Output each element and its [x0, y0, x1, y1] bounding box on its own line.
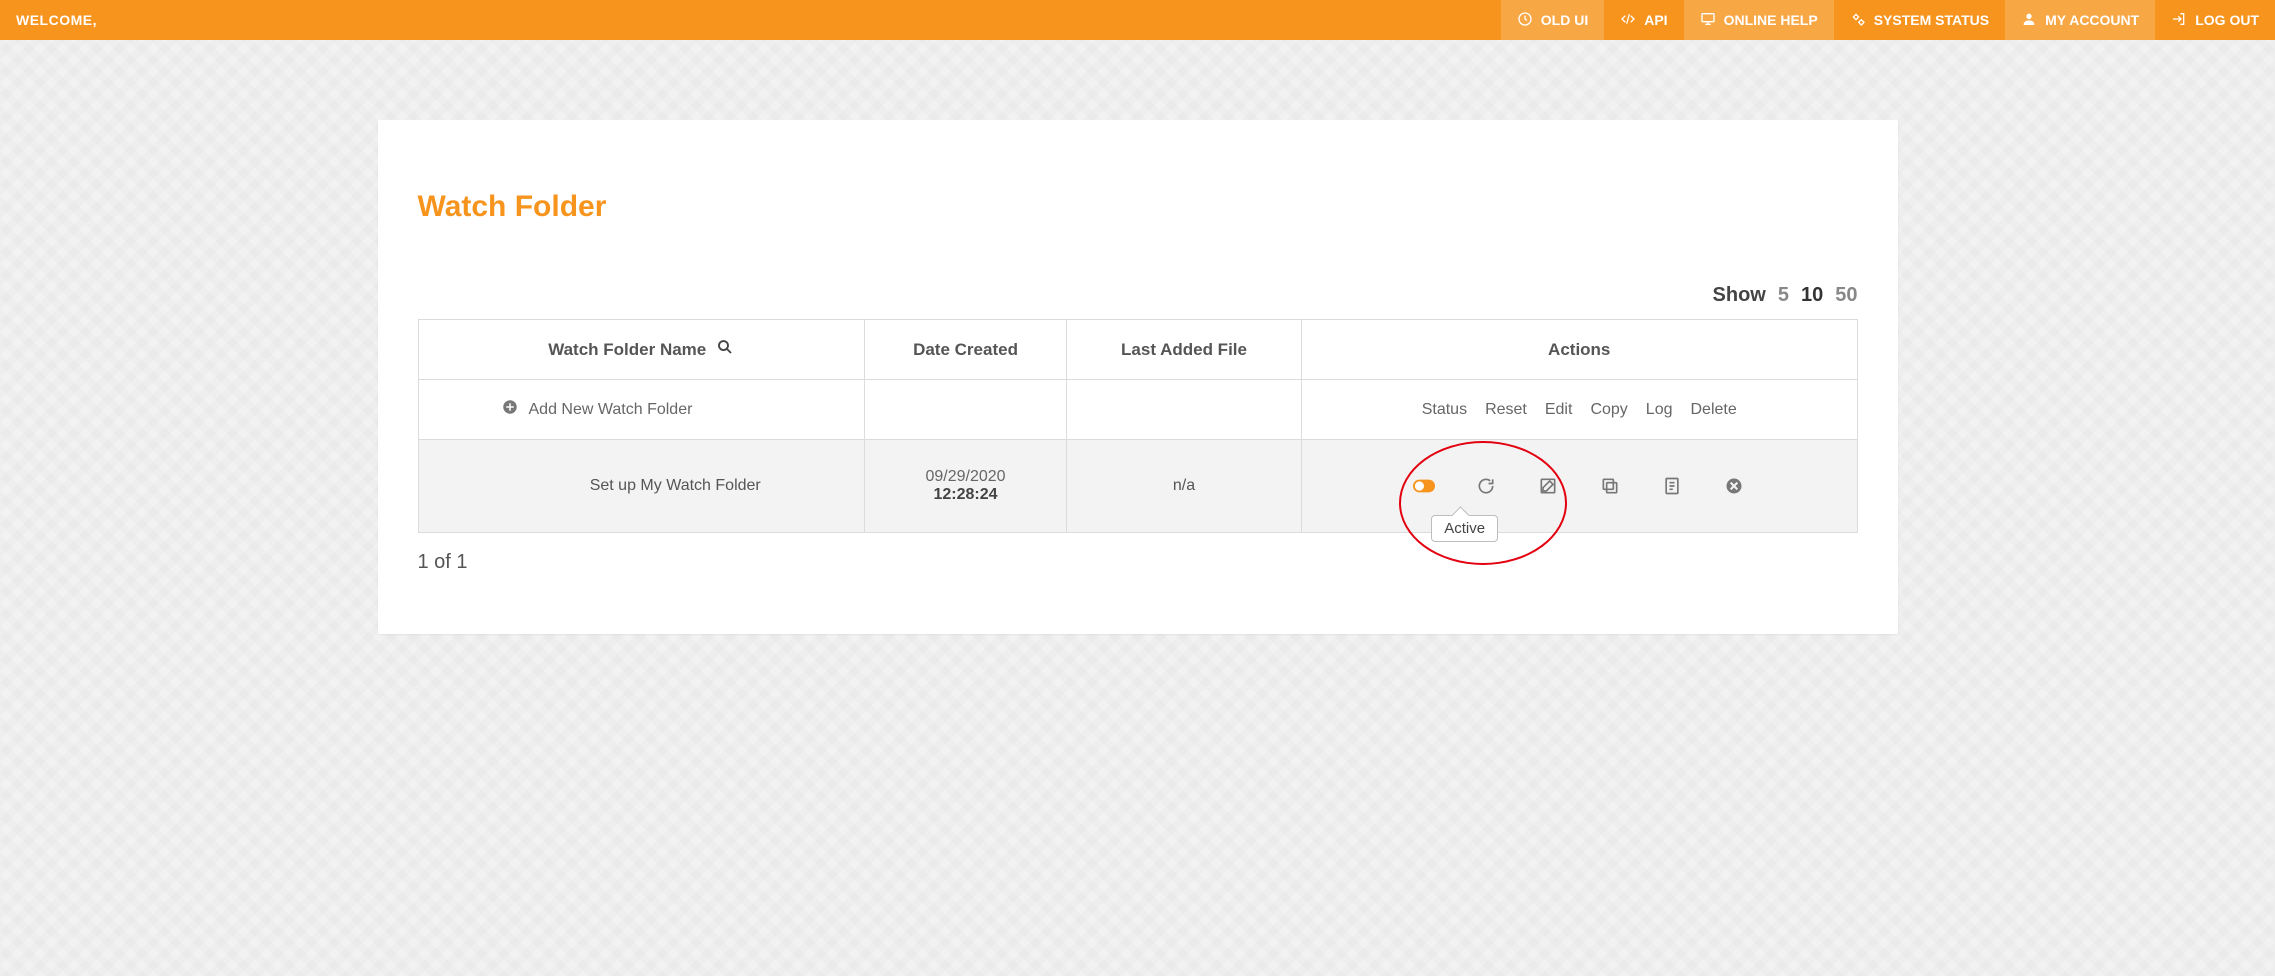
- clock-icon: [1517, 11, 1533, 30]
- hdr-status: Status: [1422, 401, 1467, 419]
- col-name: Watch Folder Name: [418, 320, 864, 380]
- hdr-reset: Reset: [1485, 401, 1527, 419]
- edit-button[interactable]: [1537, 475, 1559, 497]
- table-row: Set up My Watch Folder 09/29/2020 12:28:…: [418, 440, 1857, 533]
- nav-my-account[interactable]: MY ACCOUNT: [2005, 0, 2155, 40]
- add-label: Add New Watch Folder: [529, 401, 693, 419]
- nav-my-account-label: MY ACCOUNT: [2045, 12, 2139, 28]
- add-new-watch-folder[interactable]: Add New Watch Folder: [431, 398, 852, 421]
- row-name: Set up My Watch Folder: [418, 440, 864, 533]
- nav-old-ui-label: OLD UI: [1541, 12, 1588, 28]
- nav-api[interactable]: API: [1604, 0, 1683, 40]
- col-date: Date Created: [864, 320, 1066, 380]
- show-5[interactable]: 5: [1778, 284, 1789, 307]
- watch-folder-table: Watch Folder Name Date Created Last Adde…: [418, 319, 1858, 533]
- row-last: n/a: [1067, 440, 1302, 533]
- user-icon: [2021, 11, 2037, 30]
- plus-circle-icon: [501, 398, 519, 421]
- code-icon: [1620, 11, 1636, 30]
- top-bar: WELCOME, OLD UI API ONLINE HELP SYSTEM S…: [0, 0, 2275, 40]
- row-date: 09/29/2020 12:28:24: [864, 440, 1066, 533]
- nav-log-out-label: LOG OUT: [2195, 12, 2259, 28]
- nav-online-help[interactable]: ONLINE HELP: [1684, 0, 1834, 40]
- row-actions: Active: [1301, 440, 1857, 533]
- page-title: Watch Folder: [418, 190, 1858, 224]
- status-toggle[interactable]: [1413, 475, 1435, 497]
- show-50[interactable]: 50: [1835, 284, 1857, 307]
- nav-system-status[interactable]: SYSTEM STATUS: [1834, 0, 2005, 40]
- action-header-labels: Status Reset Edit Copy Log Delete: [1314, 401, 1845, 419]
- page-size-selector: Show 5 10 50: [418, 284, 1858, 307]
- log-button[interactable]: [1661, 475, 1683, 497]
- page-counter: 1 of 1: [418, 551, 1858, 574]
- nav-online-help-label: ONLINE HELP: [1724, 12, 1818, 28]
- panel-wrap: Watch Folder Show 5 10 50 Watch Folder N…: [0, 40, 2275, 674]
- hdr-delete: Delete: [1691, 401, 1737, 419]
- welcome-label: WELCOME,: [0, 0, 113, 40]
- add-row: Add New Watch Folder Status Reset Edit C…: [418, 380, 1857, 440]
- hdr-log: Log: [1646, 401, 1673, 419]
- highlight-annotation: [1399, 441, 1567, 565]
- show-label: Show: [1713, 284, 1766, 307]
- monitor-icon: [1700, 11, 1716, 30]
- nav-system-status-label: SYSTEM STATUS: [1874, 12, 1989, 28]
- col-actions: Actions: [1301, 320, 1857, 380]
- logout-icon: [2171, 11, 2187, 30]
- main-panel: Watch Folder Show 5 10 50 Watch Folder N…: [378, 120, 1898, 634]
- nav-log-out[interactable]: LOG OUT: [2155, 0, 2275, 40]
- delete-button[interactable]: [1723, 475, 1745, 497]
- nav-api-label: API: [1644, 12, 1667, 28]
- show-10[interactable]: 10: [1801, 284, 1823, 307]
- reset-button[interactable]: [1475, 475, 1497, 497]
- hdr-edit: Edit: [1545, 401, 1573, 419]
- copy-button[interactable]: [1599, 475, 1621, 497]
- row-date-value: 09/29/2020: [877, 468, 1054, 486]
- row-time-value: 12:28:24: [877, 486, 1054, 504]
- hdr-copy: Copy: [1590, 401, 1627, 419]
- search-icon[interactable]: [716, 338, 734, 361]
- gears-icon: [1850, 11, 1866, 30]
- status-tooltip: Active: [1431, 515, 1498, 542]
- nav-old-ui[interactable]: OLD UI: [1501, 0, 1604, 40]
- col-name-label: Watch Folder Name: [548, 340, 706, 360]
- col-last: Last Added File: [1067, 320, 1302, 380]
